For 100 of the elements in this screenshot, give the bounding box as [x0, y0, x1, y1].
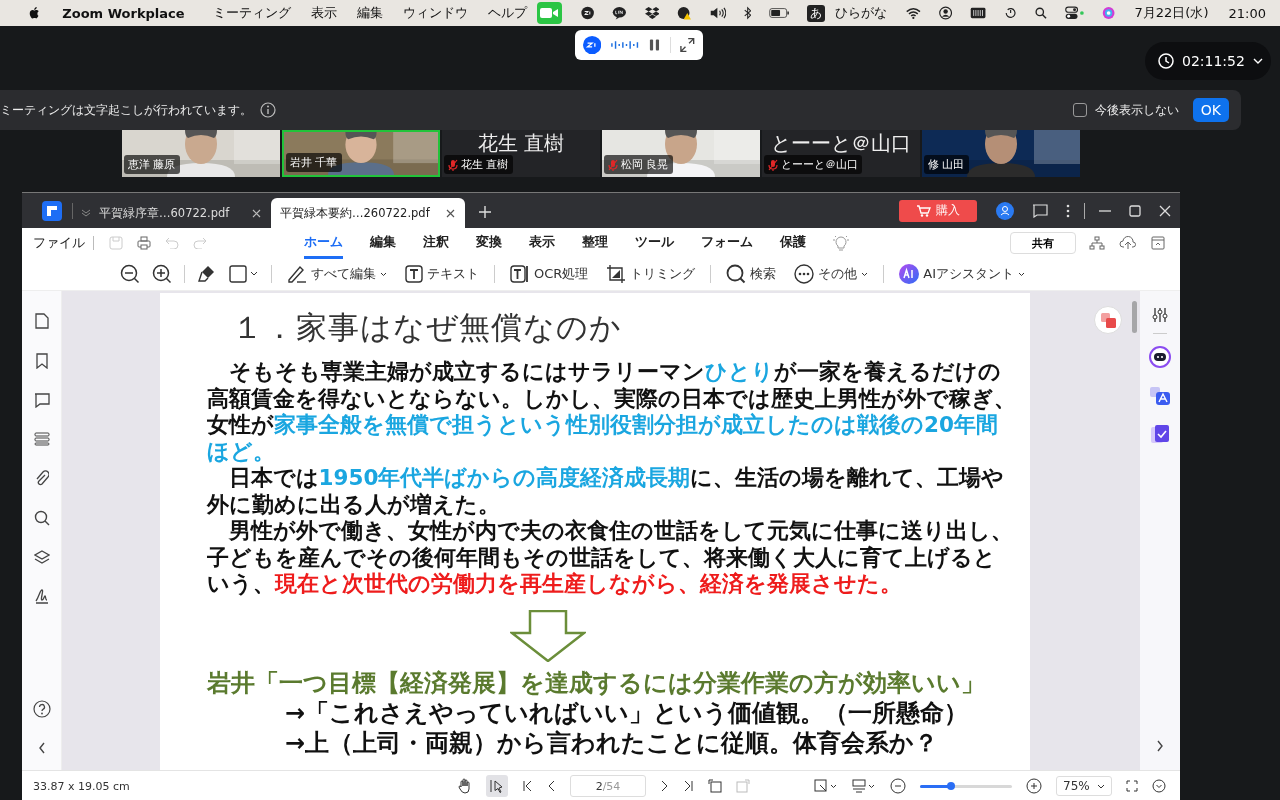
toolbar-button[interactable]: 検索	[723, 264, 780, 284]
bluetooth-icon[interactable]	[744, 5, 752, 21]
ribbon-tab[interactable]: 保護	[780, 227, 806, 259]
print-icon[interactable]	[137, 236, 151, 250]
wifi-icon[interactable]	[906, 5, 921, 21]
video-tile[interactable]: 花生 直樹 花生 直樹	[442, 130, 600, 177]
keyboard-icon[interactable]	[970, 5, 987, 21]
first-page-icon[interactable]	[522, 780, 534, 792]
date-label[interactable]: 7月22日(水)	[1134, 4, 1209, 22]
more-vertical-icon[interactable]	[1066, 203, 1070, 218]
cloud-upload-icon[interactable]	[1119, 236, 1137, 250]
layers-icon[interactable]	[33, 550, 50, 564]
ribbon-tab[interactable]: 注釈	[423, 227, 449, 259]
video-tile[interactable]: 修 山田	[922, 130, 1080, 177]
document-tab[interactable]: 平賀緑本要約…260722.pdf	[271, 198, 465, 228]
pause-icon[interactable]	[648, 38, 660, 52]
video-tile[interactable]: 岩井 千華	[282, 130, 440, 177]
zoom-in-icon[interactable]	[152, 264, 172, 284]
rotate-icon[interactable]	[708, 779, 722, 793]
help-icon[interactable]	[32, 700, 51, 718]
close-icon[interactable]	[252, 208, 261, 218]
ribbon-tab[interactable]: フォーム	[701, 227, 753, 259]
input-method-label[interactable]: ひらがな	[835, 4, 888, 22]
document-tab[interactable]: 平賀緑序章…60722.pdf	[81, 198, 271, 228]
robot-icon[interactable]	[1149, 346, 1171, 368]
rectangle-tool-icon[interactable]	[229, 265, 259, 283]
sliders-icon[interactable]	[1152, 307, 1168, 323]
ribbon-tab[interactable]: ツール	[635, 227, 674, 259]
zoom-out-icon[interactable]	[120, 264, 140, 284]
highlighter-icon[interactable]	[197, 264, 217, 284]
ribbon-tab[interactable]: 編集	[370, 227, 396, 259]
toolbar-button[interactable]: AIアシスタント	[896, 264, 1029, 284]
feedback-icon[interactable]	[1032, 203, 1048, 218]
checklist-icon[interactable]	[1150, 424, 1170, 444]
warning-icon[interactable]	[677, 4, 692, 22]
chevron-right-icon[interactable]	[1156, 740, 1164, 752]
info-icon[interactable]	[260, 102, 276, 118]
signature-icon[interactable]	[33, 588, 50, 604]
close-icon[interactable]	[446, 208, 455, 218]
checkbox[interactable]	[1072, 103, 1087, 117]
video-tile[interactable]: 松岡 良晃	[602, 130, 760, 177]
hand-icon[interactable]	[458, 778, 472, 794]
toolbar-button[interactable]: テキスト	[402, 265, 482, 283]
toolbar-button[interactable]: トリミング	[603, 264, 699, 284]
page-icon[interactable]	[34, 313, 49, 329]
previous-page-icon[interactable]	[548, 780, 556, 792]
scrollbar[interactable]	[1132, 301, 1137, 333]
control-center-icon[interactable]	[1065, 4, 1085, 22]
bookmark-icon[interactable]	[35, 353, 48, 369]
zoom-dropdown[interactable]: 75%	[1056, 776, 1112, 796]
menu-item[interactable]: 編集	[356, 4, 383, 22]
ribbon-tab[interactable]: 整理	[582, 227, 608, 259]
toolbar-button[interactable]: すべて編集	[284, 265, 390, 283]
expand-icon[interactable]	[680, 37, 695, 53]
ribbon-tab[interactable]: 変換	[476, 227, 502, 259]
input-mode-badge[interactable]: あ	[807, 4, 826, 22]
avatar-icon[interactable]	[996, 201, 1014, 220]
volume-icon[interactable]	[709, 5, 727, 21]
buy-button[interactable]: 購入	[899, 199, 977, 222]
page-number-field[interactable]: 2/54	[570, 775, 646, 797]
attachment-icon[interactable]	[34, 470, 49, 486]
ribbon-tab[interactable]: 表示	[529, 227, 555, 259]
menu-item[interactable]: ミーティング	[212, 4, 291, 22]
toolbar-button[interactable]: OCR処理	[507, 265, 592, 283]
video-tile[interactable]: 恵洋 藤原	[122, 130, 280, 177]
maximize-icon[interactable]	[1129, 204, 1141, 217]
search-icon[interactable]	[1035, 5, 1048, 21]
apple-icon[interactable]	[29, 5, 40, 21]
zoom-slider[interactable]	[920, 784, 1012, 788]
list-icon[interactable]	[33, 432, 50, 446]
user-icon[interactable]	[938, 4, 952, 22]
minimize-icon[interactable]	[1099, 209, 1111, 212]
zoom-out-icon[interactable]	[890, 778, 906, 794]
translate-icon[interactable]	[1149, 386, 1171, 406]
convert-icon[interactable]	[1094, 306, 1122, 334]
chevron-left-icon[interactable]	[37, 742, 46, 754]
toolbar-button[interactable]: その他	[791, 264, 872, 284]
menu-item[interactable]: ウィンドウ	[402, 4, 468, 22]
chat-bubble-icon[interactable]	[611, 4, 627, 22]
last-page-icon[interactable]	[682, 780, 694, 792]
ribbon-tab[interactable]: ホーム	[304, 227, 343, 259]
hierarchy-icon[interactable]	[1089, 236, 1105, 250]
more-options-icon[interactable]	[1152, 779, 1166, 793]
fit-page-icon[interactable]	[814, 779, 838, 793]
app-name[interactable]: Zoom Workplace	[62, 5, 185, 21]
search-icon[interactable]	[33, 510, 50, 526]
new-tab-icon[interactable]	[479, 206, 491, 218]
meeting-timer[interactable]: 02:11:52	[1145, 42, 1271, 80]
share-button[interactable]: 共有	[1010, 232, 1076, 254]
battery-icon[interactable]	[769, 6, 791, 20]
panel-icon[interactable]	[1151, 236, 1165, 250]
next-page-icon[interactable]	[660, 780, 668, 792]
menu-item[interactable]: 表示	[310, 4, 337, 22]
fullscreen-icon[interactable]	[1126, 780, 1138, 792]
checkbox-label[interactable]: 今後表示しない	[1094, 101, 1179, 119]
ok-button[interactable]: OK	[1192, 98, 1229, 122]
select-tool-button[interactable]	[486, 775, 508, 797]
comment-icon[interactable]	[33, 393, 50, 408]
page-layout-icon[interactable]	[852, 779, 876, 793]
clock-label[interactable]: 21:00	[1228, 5, 1266, 21]
